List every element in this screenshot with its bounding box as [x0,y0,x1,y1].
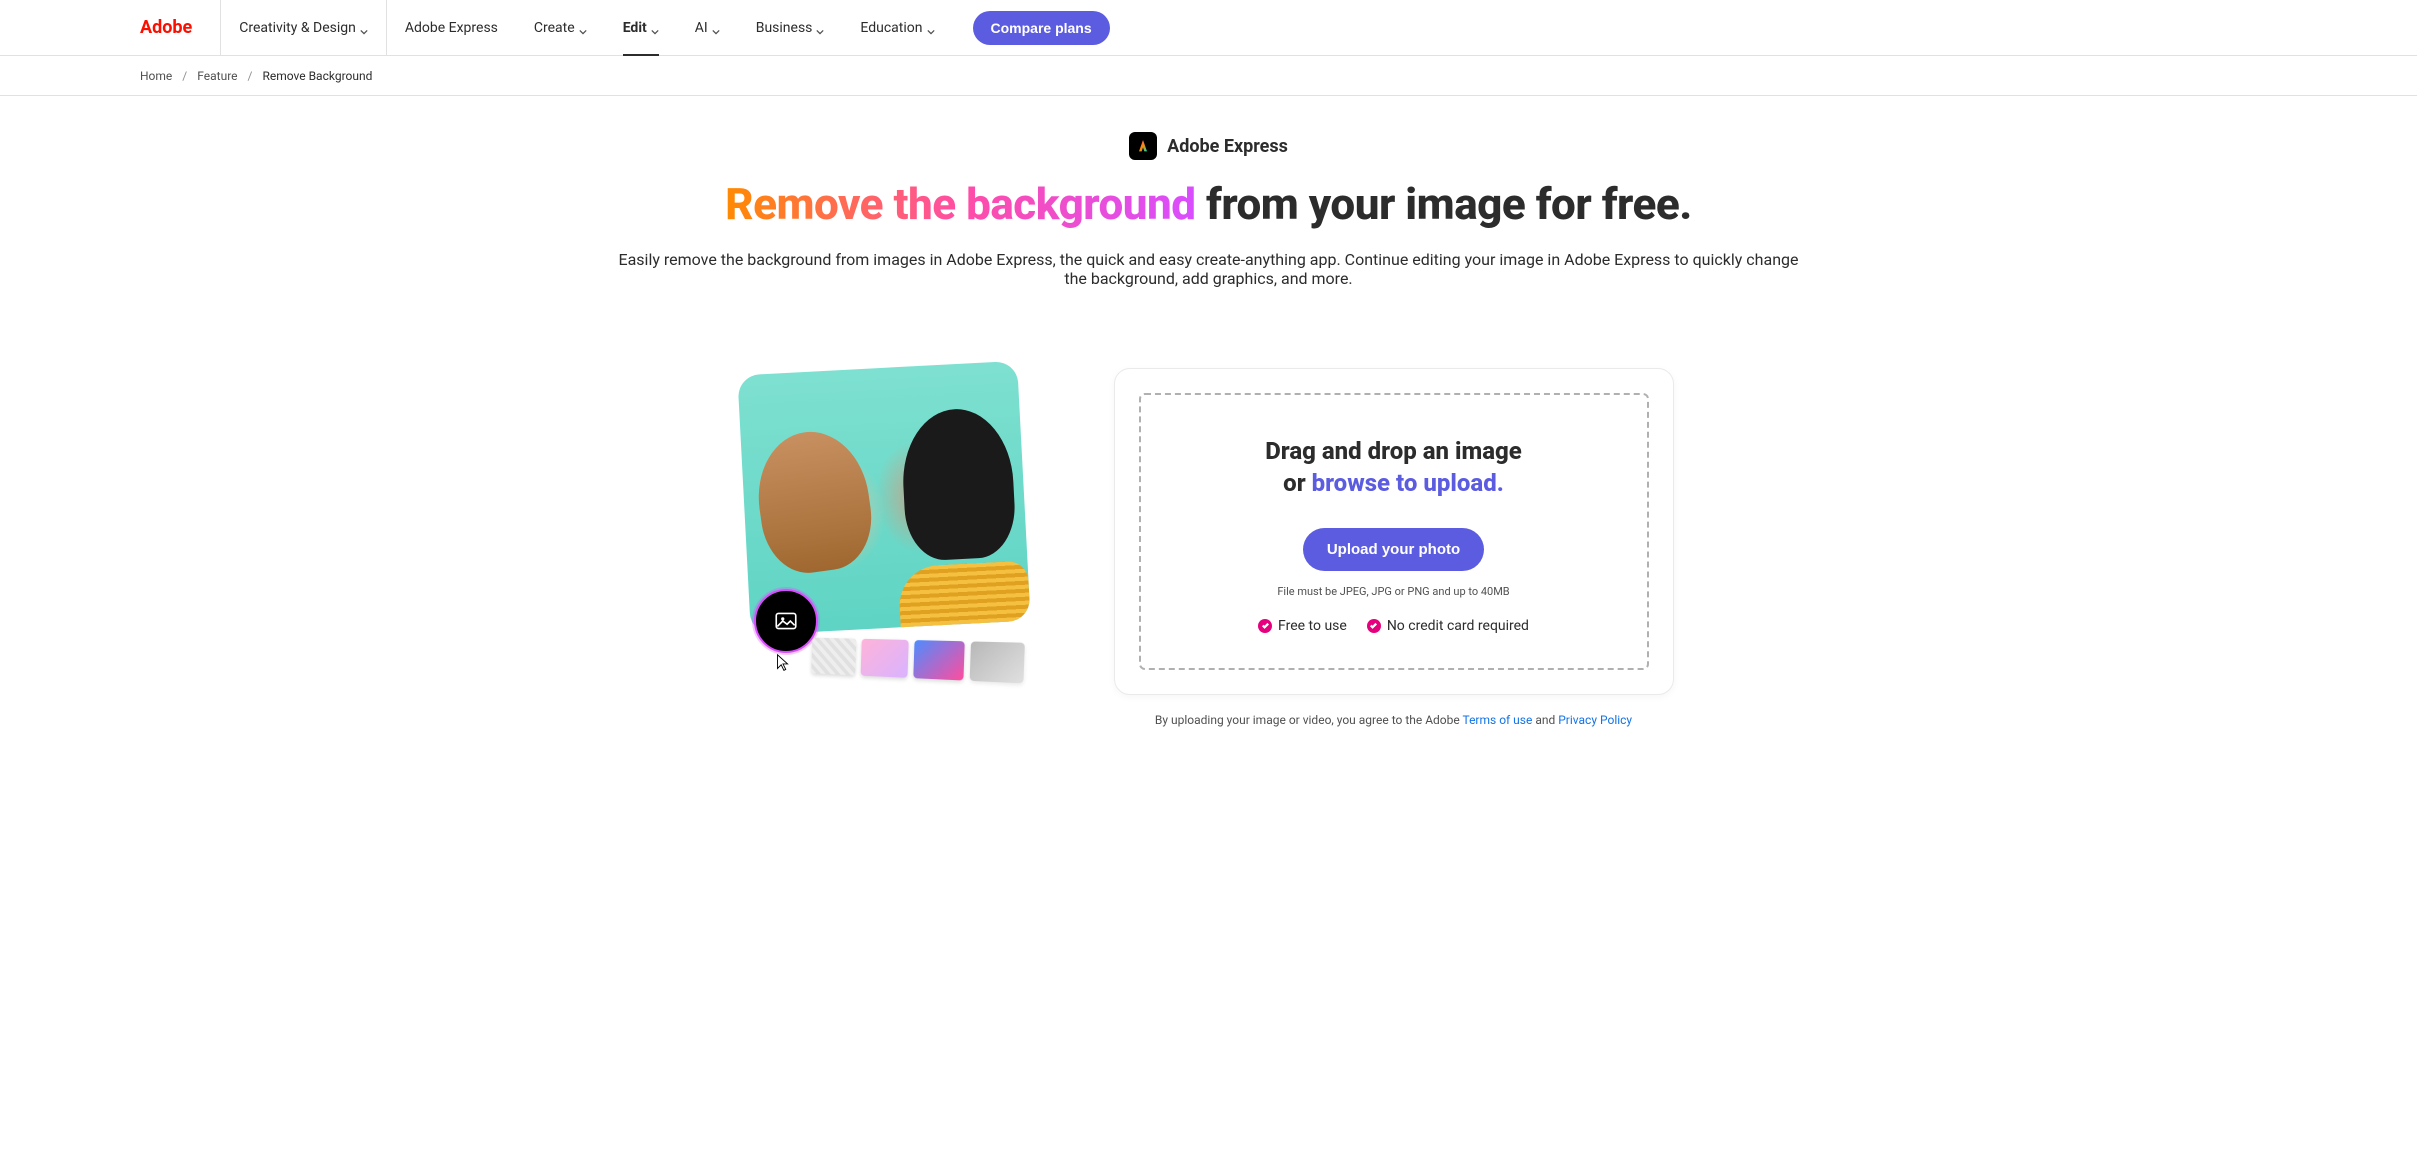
nav-creativity-design[interactable]: Creativity & Design [221,0,386,56]
thumbnail-pink [860,639,908,678]
dropzone[interactable]: Drag and drop an image or browse to uplo… [1139,393,1649,670]
top-nav: Adobe Creativity & Design Adobe Express … [0,0,2417,56]
nav-label: Edit [623,20,647,36]
benefit-label: Free to use [1278,618,1347,634]
nav-ai[interactable]: AI [677,0,738,56]
upload-card: Drag and drop an image or browse to uplo… [1114,368,1674,695]
legal-and: and [1532,713,1558,727]
breadcrumb-current: Remove Background [262,69,372,83]
dropzone-title: Drag and drop an image or browse to uplo… [1161,435,1627,500]
hero-illustration [744,368,1044,678]
headline-gradient: Remove the background [725,178,1195,230]
upload-photo-button[interactable]: Upload your photo [1303,528,1484,571]
chevron-down-icon [579,24,587,32]
thumbnail-transparent [811,638,856,676]
compare-plans-button[interactable]: Compare plans [973,11,1110,45]
nav-edit[interactable]: Edit [605,0,677,56]
chevron-down-icon [816,24,824,32]
check-icon [1258,619,1272,633]
nav-label: Creativity & Design [239,20,356,36]
nav-label: Business [756,20,813,36]
breadcrumb: Home / Feature / Remove Background [0,56,2417,96]
nav-label: AI [695,20,708,36]
chevron-down-icon [651,24,659,32]
benefit-label: No credit card required [1387,618,1529,634]
app-name: Adobe Express [1167,136,1288,157]
chevron-down-icon [360,24,368,32]
browse-link[interactable]: browse to upload. [1312,469,1504,497]
nav-adobe-express[interactable]: Adobe Express [387,0,516,56]
nav-label: Adobe Express [405,20,498,36]
chevron-down-icon [712,24,720,32]
dropzone-line1: Drag and drop an image [1161,435,1627,467]
nav-business[interactable]: Business [738,0,843,56]
thumbnail-gray [969,641,1024,683]
dropzone-or: or [1283,469,1311,497]
breadcrumb-feature[interactable]: Feature [197,69,237,83]
main-row: Drag and drop an image or browse to uplo… [0,368,2417,727]
benefit-no-card: No credit card required [1367,618,1529,634]
breadcrumb-separator: / [182,69,187,83]
chevron-down-icon [927,24,935,32]
page-subhead: Easily remove the background from images… [609,250,1809,288]
breadcrumb-separator: / [248,69,253,83]
privacy-link[interactable]: Privacy Policy [1558,713,1632,727]
hero-section: Adobe Express Remove the background from… [0,96,2417,308]
image-tool-icon [754,589,818,653]
legal-prefix: By uploading your image or video, you ag… [1155,713,1463,727]
file-requirements: File must be JPEG, JPG or PNG and up to … [1161,585,1627,598]
adobe-express-icon [1129,132,1157,160]
upload-column: Drag and drop an image or browse to uplo… [1114,368,1674,727]
brand-logo[interactable]: Adobe [140,17,220,38]
cursor-icon [772,652,794,680]
breadcrumb-home[interactable]: Home [140,69,172,83]
nav-label: Create [534,20,575,36]
legal-text: By uploading your image or video, you ag… [1114,713,1674,727]
app-badge: Adobe Express [1129,132,1288,160]
nav-education[interactable]: Education [842,0,952,56]
thumbnail-blue [913,640,965,680]
nav-label: Education [860,20,922,36]
benefit-free: Free to use [1258,618,1347,634]
nav-create[interactable]: Create [516,0,605,56]
page-title: Remove the background from your image fo… [40,178,2377,230]
check-icon [1367,619,1381,633]
dropzone-line2: or browse to upload. [1161,467,1627,499]
headline-rest: from your image for free. [1196,178,1692,230]
background-thumbnails [811,638,1025,684]
benefits-row: Free to use No credit card required [1161,618,1627,634]
terms-link[interactable]: Terms of use [1462,713,1532,727]
